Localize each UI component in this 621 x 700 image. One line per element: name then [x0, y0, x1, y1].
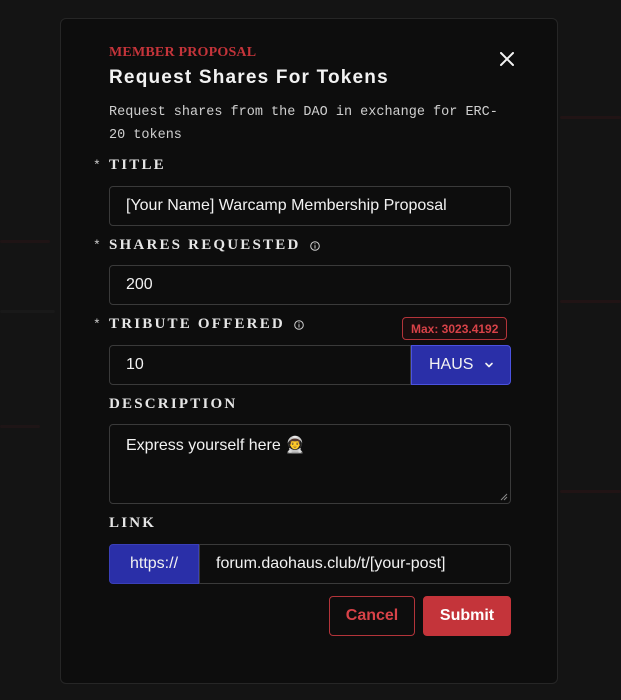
token-select[interactable]: HAUS: [411, 345, 511, 385]
required-marker: *: [93, 238, 101, 253]
background-ghost-line: [560, 116, 621, 119]
close-icon[interactable]: [500, 52, 514, 66]
link-label: LINK: [109, 515, 156, 532]
shares-label-text: SHARES REQUESTED: [109, 237, 301, 253]
required-marker: *: [93, 317, 101, 332]
background-ghost-line: [560, 490, 621, 493]
background-ghost-line: [0, 310, 55, 313]
info-icon[interactable]: [294, 319, 304, 330]
link-label-text: LINK: [109, 515, 157, 531]
shares-input[interactable]: [109, 265, 511, 305]
chevron-down-icon: [485, 362, 493, 368]
link-input[interactable]: [199, 544, 511, 584]
description-text: Express yourself here 👨‍🚀: [126, 437, 306, 454]
token-select-value: HAUS: [429, 356, 474, 373]
description-label: DESCRIPTION: [109, 396, 237, 413]
info-icon[interactable]: [309, 240, 320, 251]
resize-handle-icon[interactable]: [500, 493, 508, 501]
description-textarea[interactable]: Express yourself here 👨‍🚀: [109, 424, 511, 504]
background-ghost-line: [560, 300, 621, 303]
submit-button[interactable]: Submit: [423, 596, 511, 636]
tribute-label-text: TRIBUTE OFFERED: [109, 316, 285, 332]
title-input[interactable]: [109, 186, 511, 226]
proposal-modal: MEMBER PROPOSAL Request Shares For Token…: [60, 18, 558, 684]
shares-label: * SHARES REQUESTED: [93, 237, 320, 254]
close-button[interactable]: [497, 49, 517, 69]
description-label-text: DESCRIPTION: [109, 396, 238, 412]
max-balance-badge[interactable]: Max: 3023.4192: [402, 317, 508, 340]
modal-eyebrow: MEMBER PROPOSAL: [109, 45, 257, 60]
background-ghost-line: [0, 240, 50, 243]
required-marker: *: [93, 158, 101, 173]
title-label: * TITLE: [93, 157, 166, 174]
link-prefix: https://: [109, 544, 199, 584]
modal-title: Request Shares For Tokens: [109, 67, 389, 88]
tribute-input[interactable]: [109, 345, 411, 385]
title-label-text: TITLE: [109, 157, 166, 173]
tribute-label: * TRIBUTE OFFERED: [93, 316, 304, 333]
modal-subtitle: Request shares from the DAO in exchange …: [109, 105, 498, 143]
background-ghost-line: [0, 425, 40, 428]
cancel-button[interactable]: Cancel: [329, 596, 415, 636]
